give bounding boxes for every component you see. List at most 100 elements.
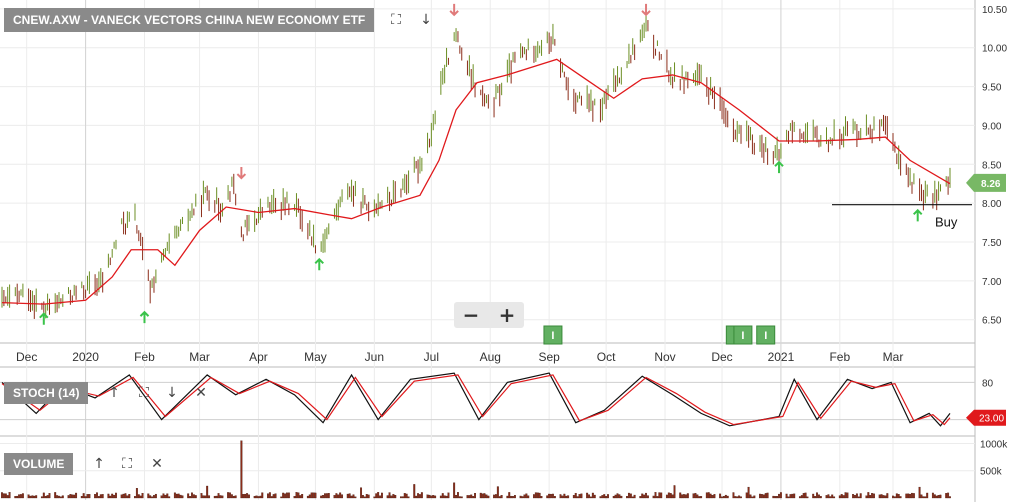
volume-bar — [403, 493, 406, 499]
volume-bar — [612, 495, 615, 499]
expand-icon[interactable]: ⛶ — [119, 456, 135, 472]
volume-bar — [204, 495, 207, 499]
volume-bar — [692, 493, 695, 499]
volume-bar — [363, 496, 366, 499]
volume-bar — [267, 493, 269, 499]
y-tick-label: 10.00 — [982, 44, 1007, 55]
volume-bar — [508, 492, 511, 499]
volume-bar — [96, 492, 98, 499]
volume-bar — [523, 494, 526, 499]
volume-bar — [673, 485, 676, 499]
volume-bar — [230, 494, 233, 499]
volume-bar — [776, 496, 779, 499]
volume-y-tick: 500k — [980, 467, 1003, 478]
last-price-label: 8.26 — [981, 179, 1001, 190]
volume-bar — [86, 494, 89, 499]
x-tick-label: Sep — [538, 350, 560, 364]
stoch-value-label: 23.00 — [979, 414, 1004, 425]
volume-bar — [926, 492, 929, 499]
volume-bar — [390, 495, 393, 499]
volume-bar — [392, 494, 395, 499]
volume-bar — [550, 493, 552, 499]
volume-bar — [126, 495, 129, 499]
volume-bar — [35, 495, 38, 499]
volume-bar — [646, 495, 649, 499]
volume-bar — [546, 495, 549, 499]
x-tick-label: May — [304, 350, 327, 364]
volume-bar — [882, 495, 885, 499]
volume-bar — [681, 494, 684, 499]
x-tick-label: Feb — [134, 350, 155, 364]
volume-bar — [16, 495, 19, 499]
volume-bar — [221, 495, 224, 499]
volume-bar — [800, 495, 803, 499]
volume-bar — [481, 493, 484, 499]
close-icon[interactable]: ✕ — [193, 385, 209, 401]
volume-bar — [912, 493, 915, 499]
volume-bar — [232, 495, 235, 499]
volume-bar — [493, 494, 495, 499]
volume-bar — [751, 496, 754, 499]
volume-bar — [457, 492, 459, 499]
volume-bar — [354, 496, 357, 499]
volume-bar — [189, 496, 192, 499]
volume-bar — [774, 496, 777, 499]
volume-title: VOLUME — [4, 453, 74, 475]
volume-bar — [736, 496, 739, 499]
volume-bar — [831, 494, 834, 499]
price-chart-svg[interactable]: BuyIIII8.2623.00 10.5010.009.509.008.508… — [0, 0, 1016, 502]
volume-bar — [282, 492, 285, 499]
volume-bar — [576, 496, 579, 499]
volume-bar — [352, 494, 355, 499]
arrow-up-icon[interactable]: ↑ — [91, 456, 107, 472]
volume-bar — [527, 495, 530, 499]
volume-bar — [939, 494, 942, 499]
x-tick-label: 2021 — [768, 350, 795, 364]
volume-bar — [840, 494, 843, 499]
volume-bar — [899, 496, 902, 499]
volume-bar — [645, 492, 647, 499]
close-icon[interactable]: ✕ — [149, 456, 165, 472]
volume-bar — [69, 494, 72, 499]
volume-bar — [532, 494, 535, 499]
zoom-in-button[interactable]: + — [494, 304, 520, 326]
volume-bar — [561, 495, 564, 499]
volume-bar — [909, 493, 912, 499]
volume-bar — [419, 494, 421, 499]
volume-bar — [2, 493, 5, 499]
volume-bar — [802, 493, 805, 499]
volume-bar — [893, 496, 896, 499]
expand-icon[interactable]: ⛶ — [388, 12, 404, 28]
volume-bar — [259, 495, 262, 499]
volume-bar — [80, 496, 83, 499]
volume-bar — [468, 495, 471, 499]
volume-bar — [945, 493, 948, 499]
volume-bar — [749, 494, 752, 499]
volume-bar — [44, 495, 47, 499]
volume-bar — [141, 493, 144, 499]
volume-bar — [248, 494, 250, 499]
volume-bar — [194, 495, 197, 499]
volume-bar — [175, 493, 178, 499]
volume-bar — [536, 492, 539, 499]
volume-bar — [84, 496, 87, 499]
zoom-out-button[interactable]: − — [458, 304, 484, 326]
volume-bar — [753, 495, 756, 499]
arrow-down-icon[interactable]: ↓ — [164, 385, 180, 401]
expand-icon[interactable]: ⛶ — [136, 385, 152, 401]
volume-bar — [215, 495, 218, 499]
volume-bar — [445, 495, 448, 499]
x-tick-label: Nov — [654, 350, 675, 364]
volume-bar — [18, 494, 21, 499]
buy-signal-arrow — [774, 160, 784, 174]
volume-bar — [521, 496, 524, 499]
arrow-down-icon[interactable]: ↓ — [418, 12, 434, 28]
volume-bar — [614, 494, 617, 499]
volume-bar — [325, 493, 328, 499]
volume-bar — [187, 493, 190, 499]
arrow-up-icon[interactable]: ↑ — [106, 385, 122, 401]
y-tick-label: 7.50 — [982, 238, 1002, 249]
x-tick-label: Dec — [16, 350, 37, 364]
volume-bar — [654, 492, 657, 499]
volume-bar — [814, 496, 817, 499]
